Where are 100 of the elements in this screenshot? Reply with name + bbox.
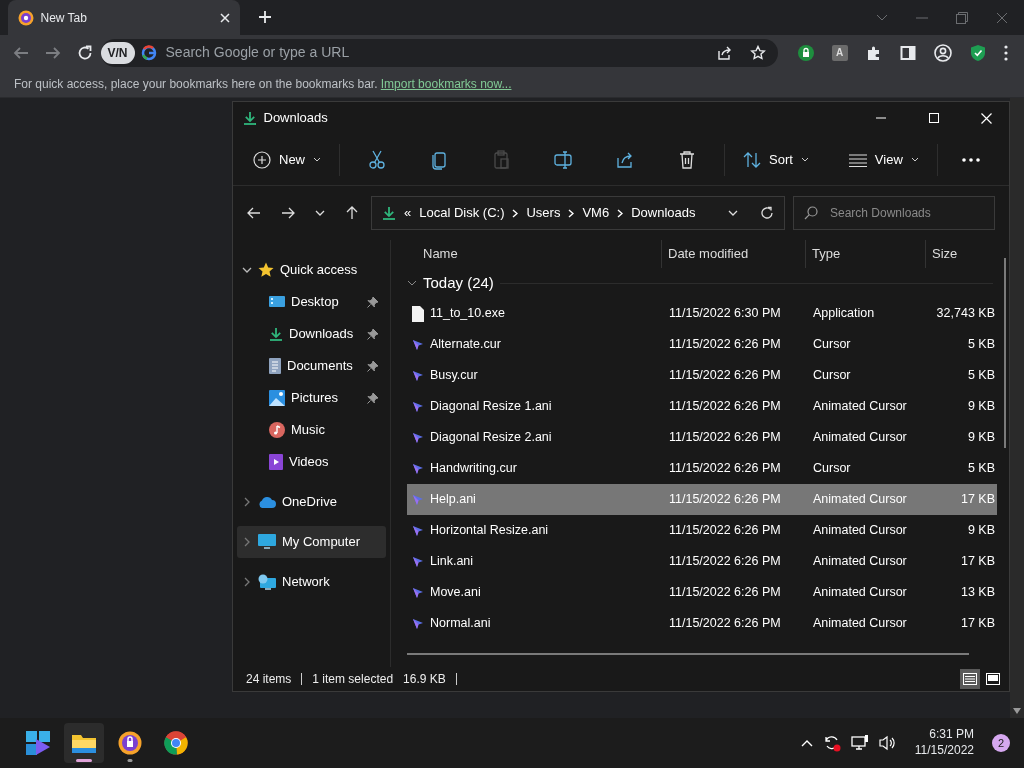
file-name: Move.ani bbox=[430, 584, 481, 602]
column-header[interactable]: Size bbox=[925, 240, 997, 268]
sidebar-item[interactable]: Pictures bbox=[237, 382, 386, 414]
forward-icon[interactable] bbox=[281, 206, 295, 220]
reload-icon[interactable] bbox=[76, 44, 93, 61]
up-icon[interactable] bbox=[345, 206, 359, 220]
date-cell-text: 11/15/2022 6:26 PM bbox=[668, 615, 782, 633]
sidebar-item[interactable]: Documents bbox=[237, 350, 386, 382]
puzzle-icon[interactable] bbox=[865, 44, 882, 61]
chevron-right-icon bbox=[568, 208, 575, 218]
sidebar-item[interactable]: Music bbox=[237, 414, 386, 446]
file-name: Handwriting.cur bbox=[430, 460, 517, 478]
video-icon bbox=[269, 454, 283, 470]
refresh-icon[interactable] bbox=[760, 206, 774, 220]
address-bar[interactable]: Search Google or type a URL bbox=[163, 41, 711, 64]
more-vertical-icon[interactable] bbox=[1003, 44, 1008, 61]
scrollbar[interactable] bbox=[1010, 98, 1024, 718]
share-icon[interactable] bbox=[717, 44, 733, 61]
sidebar-item[interactable]: Videos bbox=[237, 446, 386, 478]
address-bar[interactable]: « Local Disk (C:) Users VM6 Downloads bbox=[371, 196, 785, 230]
restore-icon[interactable] bbox=[956, 11, 968, 24]
type-cell-text: Animated Cursor bbox=[812, 615, 908, 633]
sync-alert-icon[interactable] bbox=[822, 734, 841, 752]
profile-icon[interactable] bbox=[933, 43, 952, 62]
search-field[interactable]: Search Downloads bbox=[793, 196, 995, 230]
collapse-chevron-icon[interactable] bbox=[242, 497, 252, 507]
sidebar-item[interactable]: Desktop bbox=[237, 286, 386, 318]
new-tab-icon[interactable] bbox=[258, 10, 272, 24]
file-row[interactable]: Normal.ani 11/15/2022 6:26 PM Animated Cursor 17 KB bbox=[407, 608, 997, 639]
file-row[interactable]: 11_to_10.exe 11/15/2022 6:30 PM Application 32,743 KB bbox=[407, 298, 997, 329]
file-row[interactable]: Link.ani 11/15/2022 6:26 PM Animated Cursor 17 KB bbox=[407, 546, 997, 577]
file-row[interactable]: Horizontal Resize.ani 11/15/2022 6:26 PM Animated Cursor 9 KB bbox=[407, 515, 997, 546]
new-button[interactable]: New bbox=[243, 141, 331, 178]
sidebar-item[interactable]: OneDrive bbox=[237, 486, 386, 518]
bookmark-star-icon[interactable] bbox=[749, 44, 766, 61]
network-status-icon[interactable] bbox=[850, 735, 869, 751]
chevron-down-icon[interactable] bbox=[876, 13, 888, 22]
address-field[interactable]: V/N Search Google or type a URL bbox=[100, 38, 778, 67]
file-icon bbox=[412, 305, 424, 322]
collapse-chevron-icon[interactable] bbox=[242, 577, 252, 587]
caret-icon bbox=[800, 157, 809, 162]
file-row[interactable]: Diagonal Resize 2.ani 11/15/2022 6:26 PM Animated Cursor 9 KB bbox=[407, 422, 997, 453]
caret-icon bbox=[313, 157, 321, 162]
date-cell-text: 11/15/2022 6:26 PM bbox=[668, 522, 782, 540]
size-cell-text: 17 KB bbox=[959, 553, 996, 571]
scroll-down-icon[interactable] bbox=[1013, 708, 1021, 714]
column-header[interactable]: Type bbox=[805, 240, 925, 268]
overflow-chevron[interactable]: « bbox=[404, 203, 412, 223]
file-row[interactable]: Handwriting.cur 11/15/2022 6:26 PM Cursor 5 KB bbox=[407, 453, 997, 484]
breadcrumb[interactable]: Local Disk (C:) bbox=[419, 203, 505, 223]
window-title: Downloads bbox=[263, 109, 329, 128]
downloads-folder-icon bbox=[269, 327, 283, 341]
extension-button[interactable]: A bbox=[831, 44, 848, 61]
column-header[interactable]: Name bbox=[407, 240, 661, 268]
scrollbar[interactable] bbox=[1004, 258, 1006, 448]
clock[interactable]: 6:31 PM 11/15/2022 bbox=[914, 727, 974, 759]
more-icon bbox=[961, 157, 980, 162]
side-panel-icon[interactable] bbox=[899, 44, 916, 61]
file-row[interactable]: Move.ani 11/15/2022 6:26 PM Animated Cursor 13 KB bbox=[407, 577, 997, 608]
sort-button[interactable]: Sort bbox=[733, 141, 819, 178]
size-cell-text: 9 KB bbox=[966, 429, 996, 447]
notification-badge[interactable]: 2 bbox=[992, 734, 1010, 752]
volume-icon[interactable] bbox=[878, 735, 897, 751]
document-icon bbox=[269, 358, 281, 374]
search-icon bbox=[804, 206, 818, 220]
import-bookmarks-link[interactable]: Import bookmarks now... bbox=[380, 74, 512, 93]
shield-icon[interactable] bbox=[969, 43, 986, 62]
breadcrumb[interactable]: Downloads bbox=[631, 203, 696, 223]
breadcrumb[interactable]: Users bbox=[526, 203, 561, 223]
expand-chevron-icon[interactable] bbox=[242, 265, 252, 275]
sidebar-item[interactable]: Network bbox=[237, 566, 386, 598]
file-name: Link.ani bbox=[430, 553, 474, 571]
scrollbar[interactable] bbox=[407, 653, 969, 655]
breadcrumb[interactable]: VM6 bbox=[582, 203, 610, 223]
sidebar-item[interactable]: Downloads bbox=[237, 318, 386, 350]
collapse-chevron-icon[interactable] bbox=[242, 537, 252, 547]
dropdown-icon[interactable] bbox=[728, 210, 738, 216]
sidebar-item[interactable]: My Computer bbox=[237, 526, 386, 558]
recent-locations-icon[interactable] bbox=[315, 210, 325, 216]
column-header[interactable]: Date modified bbox=[661, 240, 805, 268]
lock-extension-icon[interactable] bbox=[797, 44, 814, 61]
search-input[interactable]: Search Downloads bbox=[828, 203, 978, 223]
expand-chevron-icon[interactable] bbox=[407, 280, 417, 286]
browser-tab[interactable]: New Tab bbox=[8, 0, 240, 35]
file-name: Alternate.cur bbox=[430, 336, 501, 354]
view-button[interactable]: View bbox=[838, 141, 929, 178]
type-cell-text: Animated Cursor bbox=[812, 491, 908, 509]
back-icon[interactable] bbox=[247, 206, 261, 220]
file-row[interactable]: Diagonal Resize 1.ani 11/15/2022 6:26 PM Animated Cursor 9 KB bbox=[407, 391, 997, 422]
chevron-right-icon bbox=[512, 208, 519, 218]
start-icon bbox=[26, 731, 50, 755]
file-row[interactable]: Busy.cur 11/15/2022 6:26 PM Cursor 5 KB bbox=[407, 360, 997, 391]
vpn-button[interactable]: V/N bbox=[100, 41, 135, 64]
sidebar-item[interactable]: Quick access bbox=[237, 254, 386, 286]
file-row[interactable]: Help.ani 11/15/2022 6:26 PM Animated Cursor 17 KB bbox=[407, 484, 997, 515]
file-row[interactable]: Alternate.cur 11/15/2022 6:26 PM Cursor 5 KB bbox=[407, 329, 997, 360]
details-view-button[interactable] bbox=[959, 669, 980, 689]
show-hidden-icons-icon[interactable] bbox=[800, 739, 813, 747]
group-header[interactable]: Today (24) bbox=[423, 271, 494, 295]
taskbar-app[interactable] bbox=[64, 723, 104, 763]
